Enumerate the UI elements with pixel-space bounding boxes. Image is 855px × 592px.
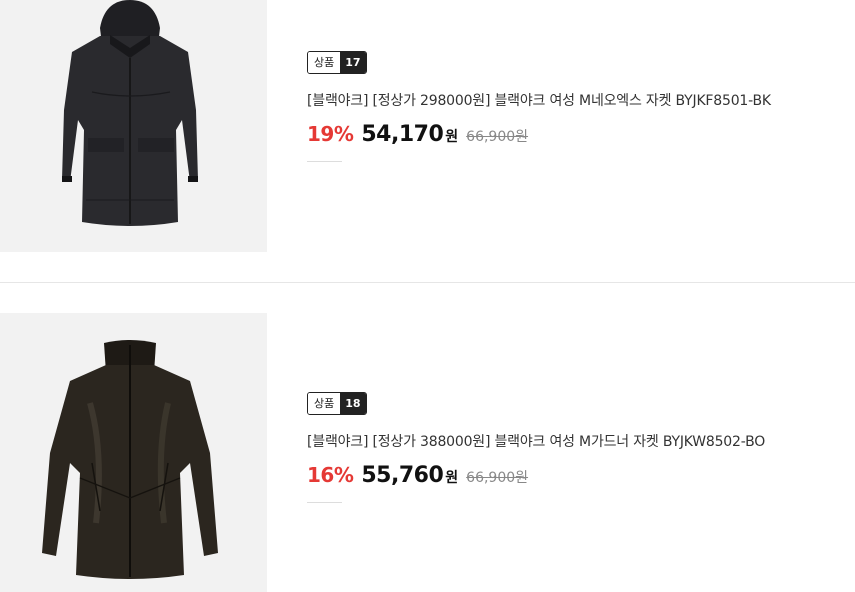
price-row: 19% 54,170 원 66,900원 xyxy=(307,122,771,147)
badge-number: 18 xyxy=(340,393,366,414)
currency-unit: 원 xyxy=(445,129,459,145)
currency-unit: 원 xyxy=(445,470,459,486)
product-badge: 상품 17 xyxy=(307,51,367,74)
product-image[interactable] xyxy=(0,0,267,252)
sale-price: 55,760 xyxy=(361,463,444,488)
sale-price: 54,170 xyxy=(361,122,444,147)
price-row: 16% 55,760 원 66,900원 xyxy=(307,463,765,488)
original-price: 66,900원 xyxy=(466,470,529,486)
product-item[interactable]: 상품 18 [블랙야크] [정상가 388000원] 블랙야크 여성 M가드너 … xyxy=(0,283,855,592)
product-title[interactable]: [블랙야크] [정상가 298000원] 블랙야크 여성 M네오엑스 자켓 BY… xyxy=(307,90,771,110)
discount-rate: 16% xyxy=(307,463,354,487)
separator-line xyxy=(307,502,342,503)
product-badge: 상품 18 xyxy=(307,392,367,415)
badge-number: 17 xyxy=(340,52,366,73)
separator-line xyxy=(307,161,342,162)
original-price: 66,900원 xyxy=(466,129,529,145)
product-item[interactable]: 상품 17 [블랙야크] [정상가 298000원] 블랙야크 여성 M네오엑스… xyxy=(0,0,855,283)
product-info: 상품 17 [블랙야크] [정상가 298000원] 블랙야크 여성 M네오엑스… xyxy=(307,51,771,162)
badge-label: 상품 xyxy=(308,393,341,414)
badge-label: 상품 xyxy=(308,52,341,73)
product-image[interactable] xyxy=(0,313,267,592)
product-info: 상품 18 [블랙야크] [정상가 388000원] 블랙야크 여성 M가드너 … xyxy=(307,392,765,503)
product-title[interactable]: [블랙야크] [정상가 388000원] 블랙야크 여성 M가드너 자켓 BYJ… xyxy=(307,431,765,451)
discount-rate: 19% xyxy=(307,122,354,146)
